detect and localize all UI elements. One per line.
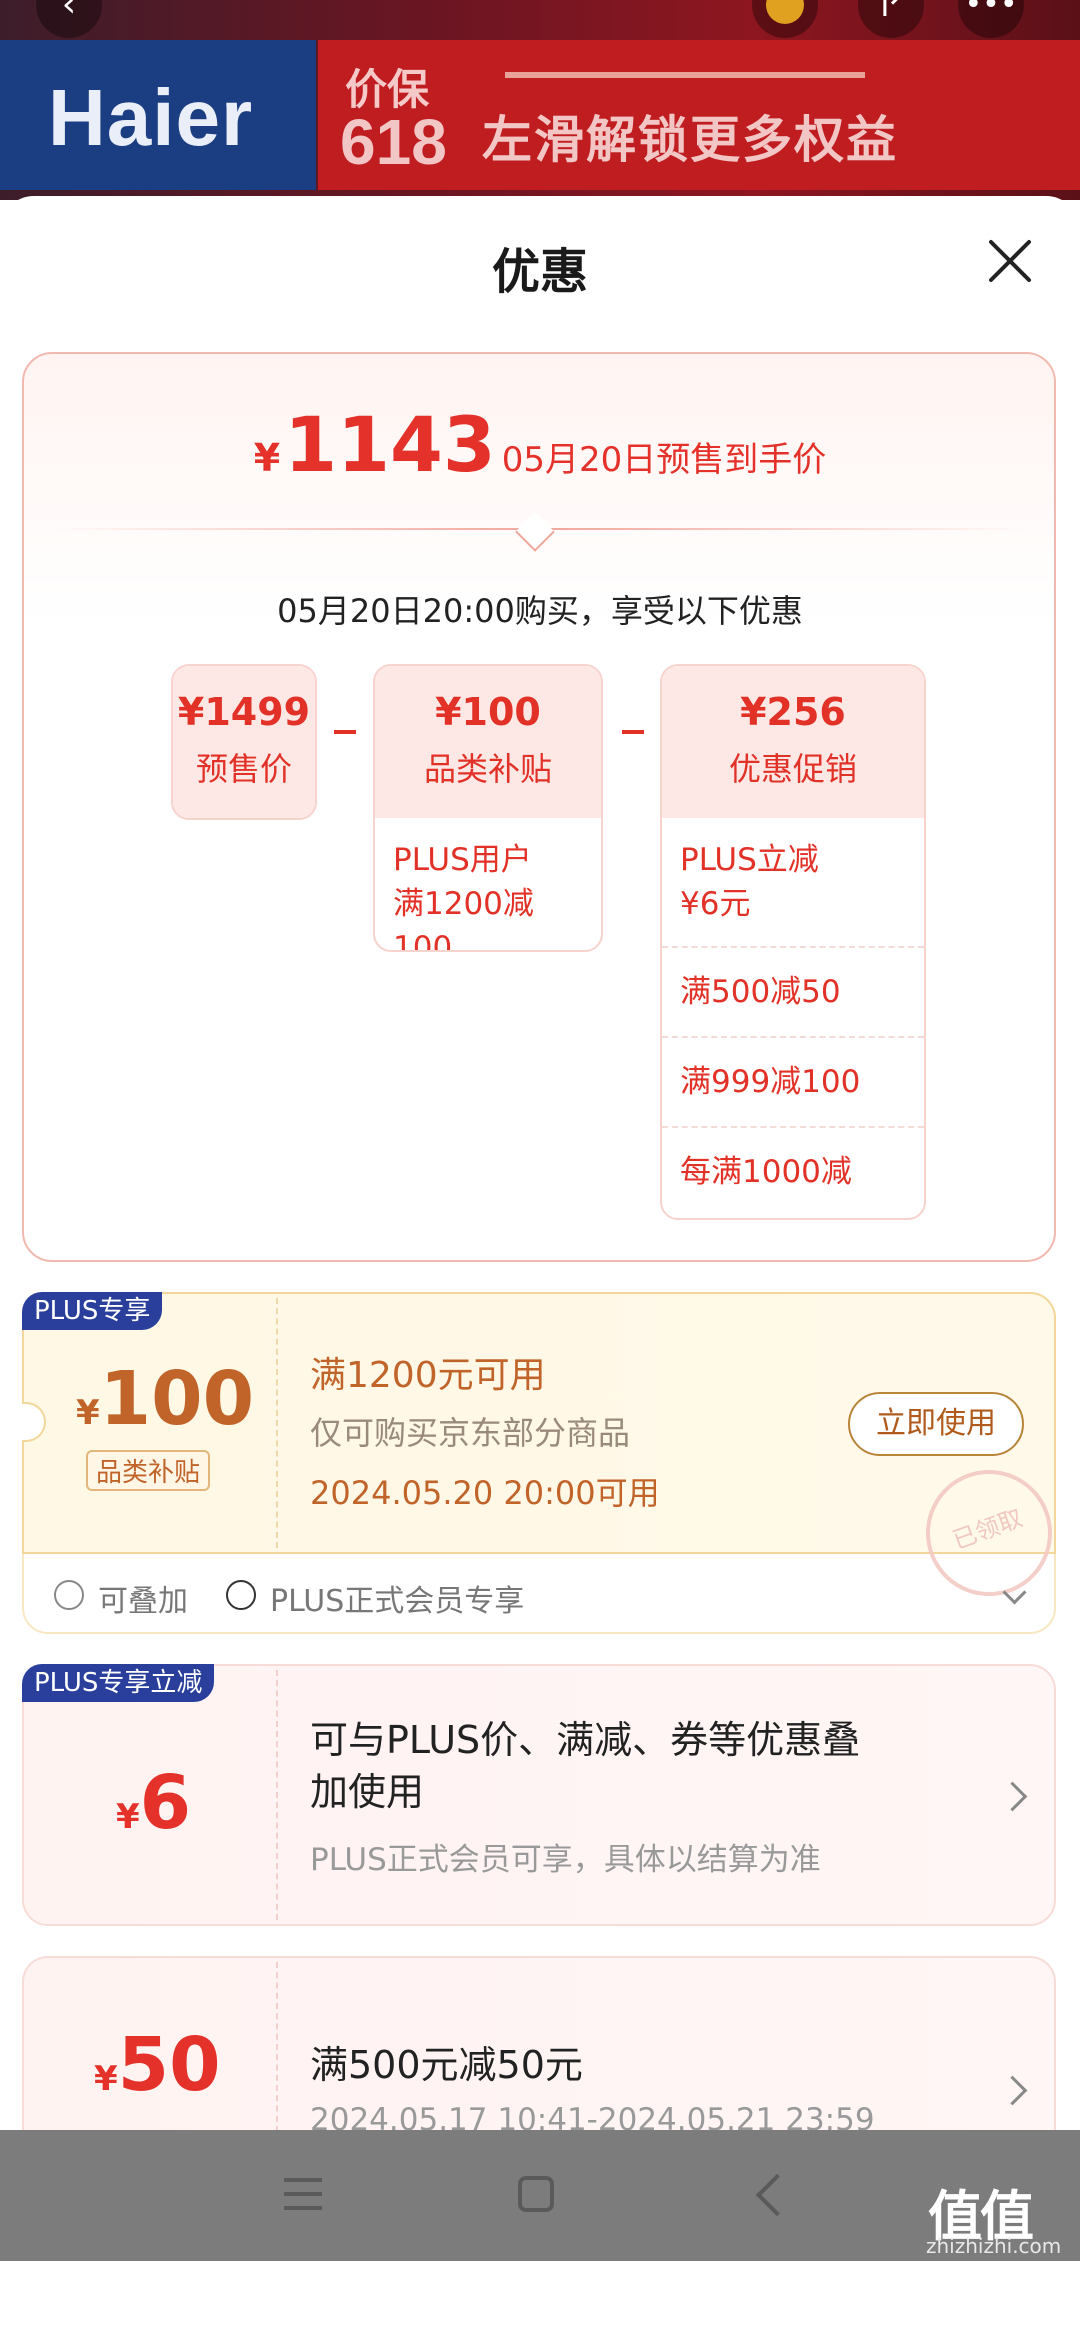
coupon-type-tag: 品类补贴 [86,1450,211,1491]
watermark-url: zhizhizhi.com [926,2234,1062,2258]
subsidy-rule-line: 满1200减100 [393,886,534,952]
coupon-condition: 满1200元可用 [310,1355,546,1396]
coupon-divider [276,1962,278,2132]
promotion-box: ¥256 优惠促销 PLUS立减 ¥6元 满500减50 满999减100 每满… [660,664,926,1220]
subsidy-amount: ¥100 [435,690,541,734]
minus-icon [622,730,644,734]
currency-symbol: ¥ [116,1797,140,1837]
reduction-title: 满500元减50元 [310,2043,583,2087]
currency-symbol: ¥ [253,436,281,480]
use-now-button[interactable]: 立即使用 [848,1392,1024,1456]
crown-icon [226,1580,256,1610]
presale-price-amount: ¥1499 [177,690,311,734]
stackable-text: 可叠加 [98,1584,188,1619]
discount-value: 6 [139,1760,192,1846]
coupon-scope: 仅可购买京东部分商品 [310,1414,631,1452]
promotion-amount: ¥256 [740,690,846,734]
slide-unlock-text: 左滑解锁更多权益 [482,111,898,169]
coupon-valid-time: 2024.05.20 20:00可用 [310,1474,660,1512]
arrow-left-icon [505,72,865,78]
home-icon[interactable] [518,2176,554,2212]
discount-amount: ¥6 [116,1760,191,1846]
close-icon[interactable] [985,236,1035,286]
presale-price-label: 预售价 [195,750,292,788]
purchase-time-text: 05月20日20:00购买，享受以下优惠 [277,592,803,630]
sheet-title: 优惠 [491,244,588,300]
promo-item-line: ¥6元 [680,886,751,922]
discount-title-line: 可与PLUS价、满减、券等优惠叠 [310,1718,861,1762]
category-subsidy-box: ¥100 品类补贴 PLUS用户 满1200减100 [373,664,603,952]
menu-icon[interactable] [284,2176,322,2212]
discount-desc: PLUS正式会员可享，具体以结算为准 [310,1842,821,1878]
promo-item-line: PLUS立减 [680,842,819,878]
event-618-tag: 618 [340,106,447,178]
member-only-text: PLUS正式会员专享 [270,1584,525,1619]
plus-badge: PLUS专享 [22,1292,163,1330]
discount-title-line: 加使用 [310,1770,425,1814]
coupon-divider [276,1298,278,1548]
promo-item: 每满1000减100 [662,1126,924,1216]
coupon-amount: ¥100 [76,1356,254,1442]
currency-symbol: ¥ [94,2059,118,2099]
price-amount: 1143 [284,400,496,489]
subsidy-label: 品类补贴 [423,750,552,788]
plus-instant-badge: PLUS专享立减 [22,1664,215,1702]
reduction-value: 50 [117,2022,221,2108]
minus-icon [334,730,356,734]
subsidy-rule: PLUS用户 满1200减100 [375,818,601,952]
promo-item: PLUS立减 ¥6元 [662,818,924,946]
reduction-amount: ¥50 [94,2022,221,2108]
promo-item: 满500减50 [662,946,924,1036]
final-price: ¥1143 05月20日预售到手价 [0,400,1080,489]
promo-item: 满999减100 [662,1036,924,1126]
discount-title: 可与PLUS价、满减、券等优惠叠 加使用 [310,1714,860,1818]
promotion-label: 优惠促销 [728,750,857,788]
coupon-divider [276,1670,278,1920]
brand-logo: Haier [48,73,254,162]
price-label: 05月20日预售到手价 [501,440,827,480]
coupon-value: 100 [99,1356,255,1442]
subsidy-rule-line: PLUS用户 [393,842,532,878]
presale-price-box: ¥1499 预售价 [171,664,317,820]
stackable-icon [54,1580,84,1610]
currency-symbol: ¥ [76,1393,100,1433]
